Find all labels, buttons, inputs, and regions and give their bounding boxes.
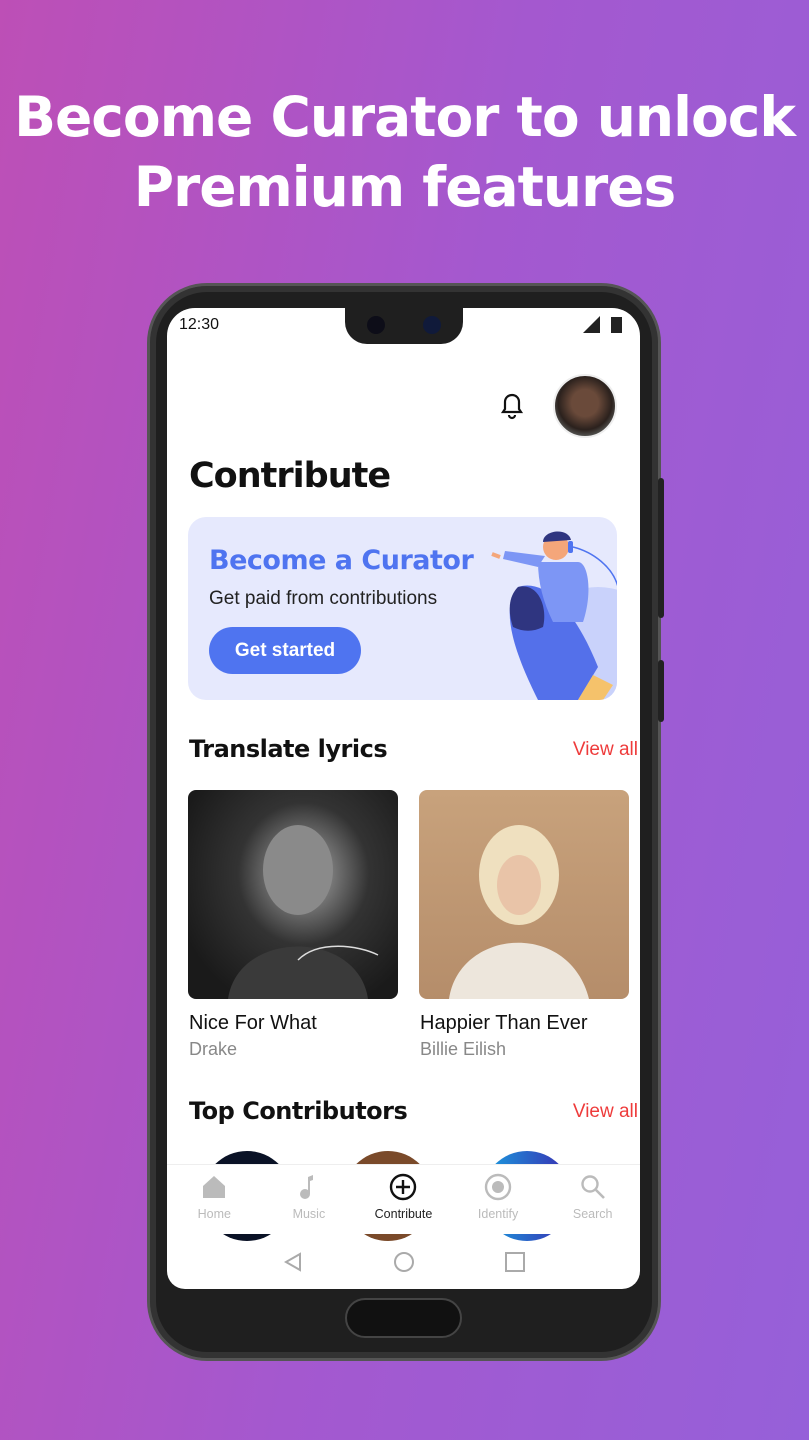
nav-label: Music <box>292 1207 326 1221</box>
recents-icon[interactable] <box>504 1251 526 1273</box>
album-art <box>449 825 589 999</box>
home-button <box>345 1298 462 1338</box>
banner-title: Become a Curator <box>209 545 474 576</box>
album-artist: Billie Eilish <box>420 1039 507 1059</box>
system-nav-bar <box>167 1234 640 1289</box>
notch <box>345 308 463 344</box>
nav-search[interactable]: Search <box>545 1165 640 1234</box>
nav-label: Identify <box>477 1207 519 1221</box>
album-artist: Drake <box>189 1039 238 1059</box>
contributors-view-all-link[interactable]: View all <box>573 1101 638 1123</box>
nav-label: Home <box>197 1207 231 1221</box>
signal-battery-icon <box>583 316 622 333</box>
plus-circle-icon <box>390 1173 417 1201</box>
contributors-section-title: Top Contributors <box>189 1097 408 1125</box>
app-screen: 12:30 Contribute Become a Curator Get pa… <box>167 308 640 1289</box>
album-cover-nice-for-what[interactable] <box>188 790 398 999</box>
music-note-icon <box>299 1175 313 1199</box>
nav-contribute[interactable]: Contribute <box>356 1165 451 1234</box>
curator-banner[interactable]: Become a Curator Get paid from contribut… <box>188 517 617 700</box>
album-title[interactable]: Happier Than Ever <box>420 1012 588 1035</box>
nav-label: Contribute <box>374 1207 433 1221</box>
headline-line1: Become Curator to unlock <box>14 85 796 149</box>
avatar[interactable] <box>553 374 617 438</box>
nav-label: Search <box>572 1207 613 1221</box>
back-icon[interactable] <box>282 1251 304 1273</box>
get-started-button[interactable]: Get started <box>209 627 361 674</box>
nav-music[interactable]: Music <box>262 1165 357 1234</box>
album-art <box>228 825 379 999</box>
album-title[interactable]: Nice For What <box>189 1012 317 1035</box>
translate-view-all-link[interactable]: View all <box>573 739 638 761</box>
headline-line2: Premium features <box>133 155 676 219</box>
nav-home[interactable]: Home <box>167 1165 262 1234</box>
status-time: 12:30 <box>179 316 220 333</box>
sensor <box>367 316 385 334</box>
record-icon <box>484 1173 512 1201</box>
bell-icon[interactable] <box>500 392 524 420</box>
home-icon <box>203 1176 226 1198</box>
nav-identify[interactable]: Identify <box>451 1165 546 1234</box>
search-icon <box>580 1175 605 1199</box>
bottom-nav: Home Music Contribute Identify Search <box>167 1164 640 1234</box>
volume-button <box>658 478 664 618</box>
page-title: Contribute <box>189 456 391 496</box>
banner-subtitle: Get paid from contributions <box>209 588 438 609</box>
camera <box>423 316 441 334</box>
album-cover-happier-than-ever[interactable] <box>419 790 629 999</box>
power-button <box>658 660 664 722</box>
translate-section-title: Translate lyrics <box>189 735 388 763</box>
curator-illustration <box>491 531 617 700</box>
promo-headline: Become Curator to unlock Premium feature… <box>0 82 809 222</box>
home-circle-icon[interactable] <box>393 1251 415 1273</box>
